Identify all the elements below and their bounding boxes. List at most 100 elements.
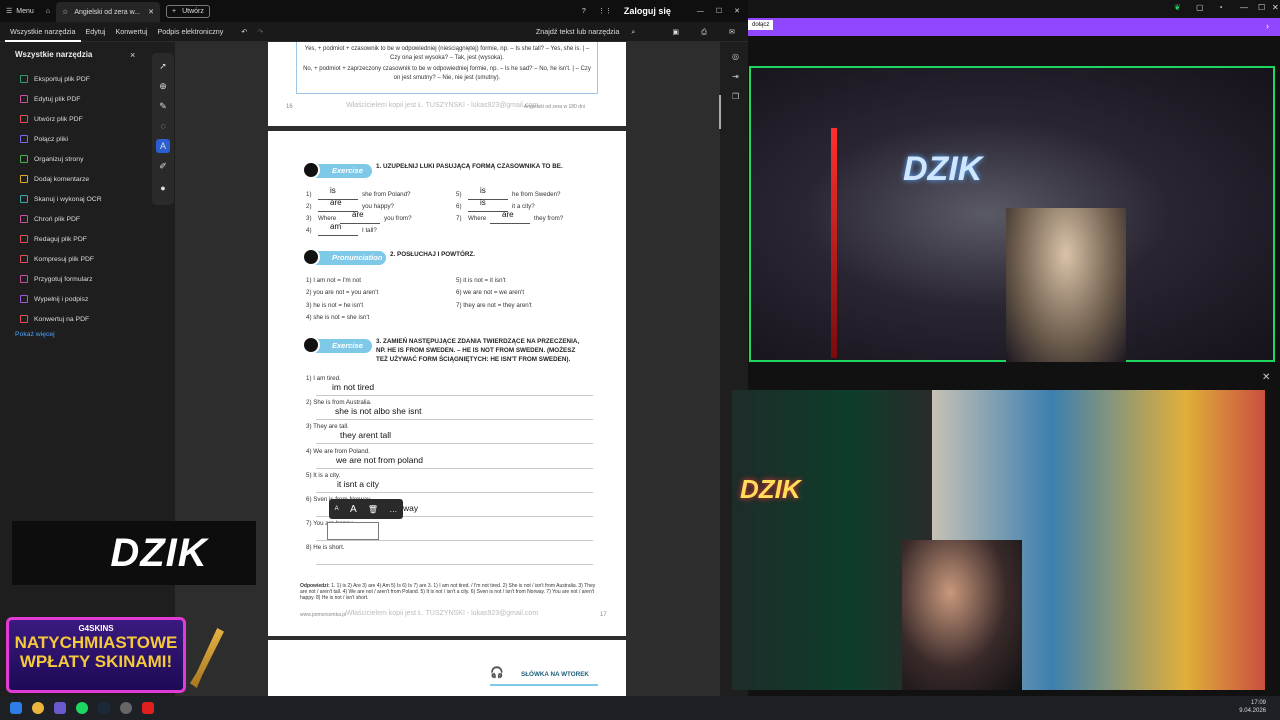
close-tab-icon[interactable]: ✕ (148, 8, 154, 16)
tool-item[interactable]: Skanuj i wykonaj OCR (20, 193, 102, 205)
apps-grid-icon[interactable]: ⋮⋮ (598, 7, 612, 15)
start-icon[interactable] (10, 702, 22, 714)
pages-icon[interactable]: ❐ (732, 92, 739, 101)
item-number: 2) (306, 203, 312, 210)
tool-icon (20, 295, 28, 303)
comment-icon[interactable]: ◎ (732, 52, 739, 61)
tool-item[interactable]: Redaguj plik PDF (20, 233, 87, 245)
tab-all-tools[interactable]: Wszystkie narzędzia (5, 27, 81, 42)
obs-icon[interactable] (120, 702, 132, 714)
tab-convert[interactable]: Konwertuj (111, 27, 153, 36)
tool-item[interactable]: Kompresuj plik PDF (20, 253, 94, 265)
tab-document[interactable]: ☆ Angielski od zera w... ✕ (56, 2, 161, 22)
headphones-icon (302, 248, 320, 266)
red-neon-lamp (831, 128, 837, 358)
answer-line (316, 564, 593, 566)
redo-icon[interactable]: ↷ (252, 27, 268, 36)
taskbar: 17:09 9.04.2026 (0, 696, 1280, 720)
steam-icon[interactable] (98, 702, 110, 714)
scrollbar[interactable] (719, 95, 721, 129)
typed-answer: way (403, 503, 419, 513)
login-button[interactable]: Zaloguj się (624, 6, 671, 16)
person (902, 540, 1022, 690)
answer-line (316, 491, 593, 493)
print-icon[interactable]: ⎙ (696, 27, 712, 37)
tool-icon (20, 275, 28, 283)
pen-icon[interactable]: ✎ (156, 99, 170, 113)
tool-item[interactable]: Dodaj komentarze (20, 173, 89, 185)
item-number: 3) (306, 215, 312, 222)
handwritten-answer: is (480, 186, 486, 195)
vertical-toolbar: ➚ ⊕ ✎ ◌ A ✐ ● (152, 53, 174, 205)
lasso-icon[interactable]: ◌ (156, 119, 170, 133)
more-options-icon[interactable]: … (389, 505, 397, 514)
select-cursor-icon[interactable]: ➚ (156, 59, 170, 73)
handwritten-answer: are (330, 198, 342, 207)
sentence-prompt: 5) It is a city. (306, 471, 341, 479)
close-camera-icon[interactable]: ✕ (1262, 372, 1270, 383)
chrome-icon[interactable] (32, 702, 44, 714)
close-panel-icon[interactable]: × (130, 50, 135, 60)
tool-label: Wypełnij i podpisz (34, 295, 89, 303)
text-box-icon[interactable]: A (156, 139, 170, 153)
star-icon[interactable]: ☆ (62, 8, 68, 16)
tool-item[interactable]: Eksportuj plik PDF (20, 73, 90, 85)
stamp-icon[interactable]: ✐ (156, 159, 170, 173)
tool-icon (20, 75, 28, 83)
new-tab-button[interactable]: + Utwórz (166, 4, 210, 18)
hamburger-icon: ☰ (6, 8, 13, 15)
delete-icon[interactable]: 🗑 (368, 505, 378, 514)
undo-icon[interactable]: ↶ (236, 27, 252, 36)
circle-icon[interactable]: ◔ (1218, 3, 1223, 12)
typed-answer: they arent tall (340, 430, 392, 441)
decrease-font-icon[interactable]: A (335, 506, 339, 512)
maximize-icon-2[interactable]: ☐ (1258, 3, 1265, 12)
close-icon-2[interactable]: ✕ (1272, 3, 1279, 12)
tool-label: Redaguj plik PDF (34, 235, 87, 243)
chevron-right-icon[interactable]: › (1266, 21, 1269, 31)
blank-line (318, 235, 358, 236)
item-suffix: you from? (384, 215, 412, 222)
system-clock[interactable]: 17:09 9.04.2026 (1239, 699, 1266, 715)
zoom-icon[interactable]: ⊕ (156, 79, 170, 93)
tool-item[interactable]: Edytuj plik PDF (20, 93, 80, 105)
tab-edit[interactable]: Edytuj (81, 27, 111, 36)
promo-banner: G4SKINS NATYCHMIASTOWE WPŁATY SKINAMI! (6, 617, 186, 693)
search-tools[interactable]: Znajdź tekst lub narzędzia ⌕ (526, 27, 646, 37)
tool-icon (20, 115, 28, 123)
spotify-icon[interactable] (76, 702, 88, 714)
save-icon[interactable]: ▣ (667, 27, 684, 36)
sentence-prompt: 8) He is short. (306, 544, 345, 552)
blank-line (490, 223, 530, 224)
active-text-field[interactable] (327, 522, 379, 540)
menu-button[interactable]: ☰ Menu (0, 0, 40, 22)
color-dot-icon[interactable]: ● (156, 181, 170, 195)
minimize-icon-2[interactable]: — (1240, 3, 1248, 12)
restore-icon[interactable]: ▢ (1196, 3, 1204, 12)
tool-item[interactable]: Wypełnij i podpisz (20, 293, 88, 305)
item-number: 7) (456, 215, 462, 222)
answer-line (316, 443, 593, 445)
tool-item[interactable]: Przygotuj formularz (20, 273, 93, 285)
help-icon[interactable]: ? (582, 8, 586, 15)
increase-font-icon[interactable]: A (350, 504, 357, 515)
pronunciation-item: 7) they are not = they aren't (456, 301, 532, 309)
tab-esign[interactable]: Podpis elektroniczny (152, 27, 228, 36)
minimize-icon[interactable]: — (697, 8, 704, 15)
tool-item[interactable]: Utwórz plik PDF (20, 113, 83, 125)
join-button[interactable]: dołącz (748, 20, 774, 30)
maximize-icon[interactable]: ☐ (716, 7, 722, 15)
blank-line (340, 223, 380, 224)
acrobat-icon[interactable] (142, 702, 154, 714)
export-icon[interactable]: ⇥ (732, 72, 739, 81)
tool-item[interactable]: Chroń plik PDF (20, 213, 80, 225)
home-icon[interactable]: ⌂ (40, 0, 56, 22)
show-more-link[interactable]: Pokaż więcej (15, 331, 55, 338)
email-icon[interactable]: ✉ (724, 27, 740, 36)
tool-label: Organizuj strony (34, 155, 84, 163)
tool-item[interactable]: Połącz pliki (20, 133, 68, 145)
discord-icon[interactable] (54, 702, 66, 714)
close-window-icon[interactable]: ✕ (734, 7, 740, 15)
tool-item[interactable]: Konwertuj na PDF (20, 313, 89, 325)
tool-item[interactable]: Organizuj strony (20, 153, 84, 165)
